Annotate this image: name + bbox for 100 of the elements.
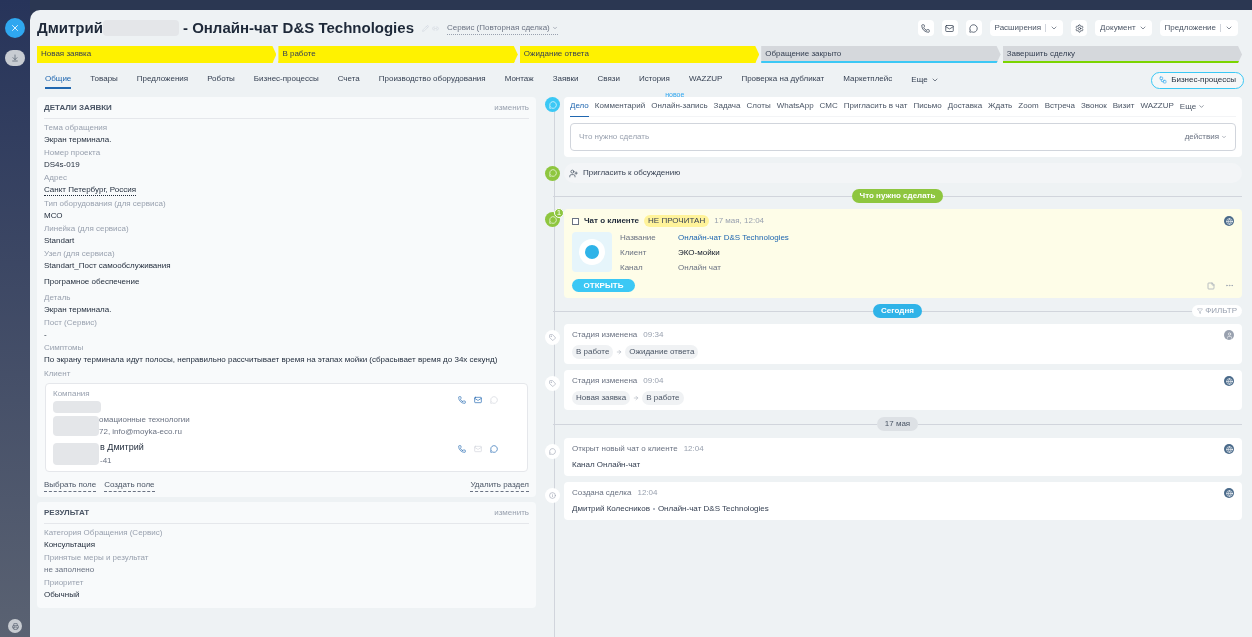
activity-tab[interactable]: Задача [713,96,741,117]
stage-tag: В работе [572,345,614,359]
event-title: Открыт новый чат о клиенте [572,443,678,455]
add-user-icon [569,168,578,178]
note-icon [1207,281,1215,290]
activity-tab[interactable]: Дело [570,96,589,117]
mail-button[interactable] [941,20,958,36]
stage-step[interactable]: Новая заявка [37,46,277,63]
down-arrow-icon [11,54,19,62]
tab[interactable]: Роботы [207,71,235,89]
phone-button[interactable] [917,20,934,36]
event-title: Создана сделка [572,487,632,499]
invite-button[interactable]: Пригласить к обсуждению [564,163,1242,183]
tab[interactable]: Счета [337,71,360,89]
chat-icon [545,212,560,227]
more-tab[interactable]: Еще [911,71,939,89]
activity-tab[interactable]: Слоты [746,96,771,117]
section-title: РЕЗУЛЬТАТ [44,506,90,519]
author-name: Дмитрий Колесников [572,503,650,515]
activity-tab[interactable]: Ждать [988,96,1013,117]
field-value: Standart [44,235,75,246]
field-link[interactable]: Создать поле [104,478,155,492]
tag-icon [545,330,560,345]
field-label: Пост (Сервис) [44,318,97,328]
caret-icon [930,76,939,84]
chat-bubble-icon [969,23,979,33]
stage-step[interactable]: Обращение закрыто [761,46,1001,63]
tab[interactable]: Монтаж [504,71,534,89]
stage-step[interactable]: В работе [278,46,518,63]
tab[interactable]: Бизнес-процессы [253,71,319,89]
stage-step[interactable]: Ожидание ответа [519,46,760,63]
globe-avatar-icon [1224,376,1234,386]
business-process-button[interactable]: Бизнес-процессы [1151,71,1244,89]
activity-tab[interactable]: Звонок [1080,96,1107,117]
chat-logo-icon [572,232,612,272]
chat-button[interactable] [965,20,982,36]
close-icon [10,23,20,33]
company-info: 72, info@moyka-eco.ru [99,426,183,438]
info-icon [545,488,560,503]
remove-section-link[interactable]: Удалить раздел [470,478,529,492]
field-label: Категория Обращения (Сервис) [44,527,163,538]
actions-dropdown[interactable]: действия [1184,131,1227,143]
field-value: Экран терминала. [44,304,112,315]
activity-tab[interactable]: Zoom [1018,96,1039,117]
activity-tab[interactable]: СМС [819,96,838,117]
caret-icon [1050,24,1059,32]
field-label: Узел (для сервиса) [44,249,115,259]
chat-icon [490,445,498,453]
tab[interactable]: Товары [90,71,118,89]
tab[interactable]: Производство оборудования [378,71,486,89]
workflow-icon [1159,76,1168,84]
settings-icon [1074,23,1084,33]
tab[interactable]: Заявки [552,71,579,89]
redacted-block [53,442,99,465]
comment-icon [545,165,560,181]
field-label: Номер проекта [44,148,101,158]
tab[interactable]: Предложения [136,71,189,89]
event-time: 12:04 [637,487,658,499]
field-value: Standart_Пост самообслуживания [44,260,171,271]
dropdown-button[interactable]: Предложение [1159,20,1238,36]
field-link[interactable]: Выбрать поле [44,478,97,492]
filter-icon [1197,308,1204,314]
field-label: Клиент [44,368,71,380]
tab[interactable]: Общие [45,71,72,89]
more-icon [1225,281,1234,290]
field-value: Экран терминала. [44,134,112,145]
dropdown-button[interactable]: Расширения [989,20,1064,36]
contact-phone: -41 [100,454,113,467]
activity-tab[interactable]: Пригласить в чат [843,96,908,117]
activity-tab[interactable]: WAZZUP [1140,96,1174,117]
more-tab[interactable]: Еще [1179,100,1206,113]
tab[interactable]: Проверка на дубликат [741,71,825,89]
category-dropdown[interactable]: Сервис (Повторная сделка) [447,21,558,35]
tab[interactable]: Связи [597,71,620,89]
field-value: DS4s-019 [44,159,80,170]
settings-button[interactable] [1071,20,1088,36]
activity-tab[interactable]: Доставка [947,96,983,117]
field-value: Програмное обеспечение [44,276,140,288]
arrow-icon [633,395,640,401]
tab[interactable]: История [638,71,670,89]
envelope-icon [474,445,482,453]
minimize-button[interactable] [5,50,25,66]
row-label: Название [620,232,657,244]
close-button[interactable] [5,18,25,38]
stage-step[interactable]: Завершить сделку [1002,46,1243,63]
tab[interactable]: Маркетплейс [843,71,893,89]
card-time: 17 мая, 12:04 [714,215,765,227]
activity-tab[interactable]: Онлайн-запись [651,96,708,117]
activity-tab[interactable]: WhatsApp [776,96,814,117]
tab[interactable]: WAZZUP [688,71,723,89]
print-button[interactable] [8,619,22,633]
todo-field[interactable]: Что нужно сделать действия [570,123,1236,151]
field-value: По экрану терминала идут полосы, неправильно рассчитывает время на этапах мойки (сбрасывает время до 34х секунд) [44,354,498,365]
dropdown-button[interactable]: Документ [1095,20,1152,36]
activity-tab[interactable]: Встреча [1044,96,1075,117]
activity-tab[interactable]: Письмо [913,96,942,117]
chat-link[interactable]: Онлайн-чат D&S Technologies [678,232,789,244]
activity-tab[interactable]: Комментарий [594,96,646,117]
activity-tab[interactable]: Визит [1112,96,1135,117]
checkbox[interactable] [572,217,579,225]
